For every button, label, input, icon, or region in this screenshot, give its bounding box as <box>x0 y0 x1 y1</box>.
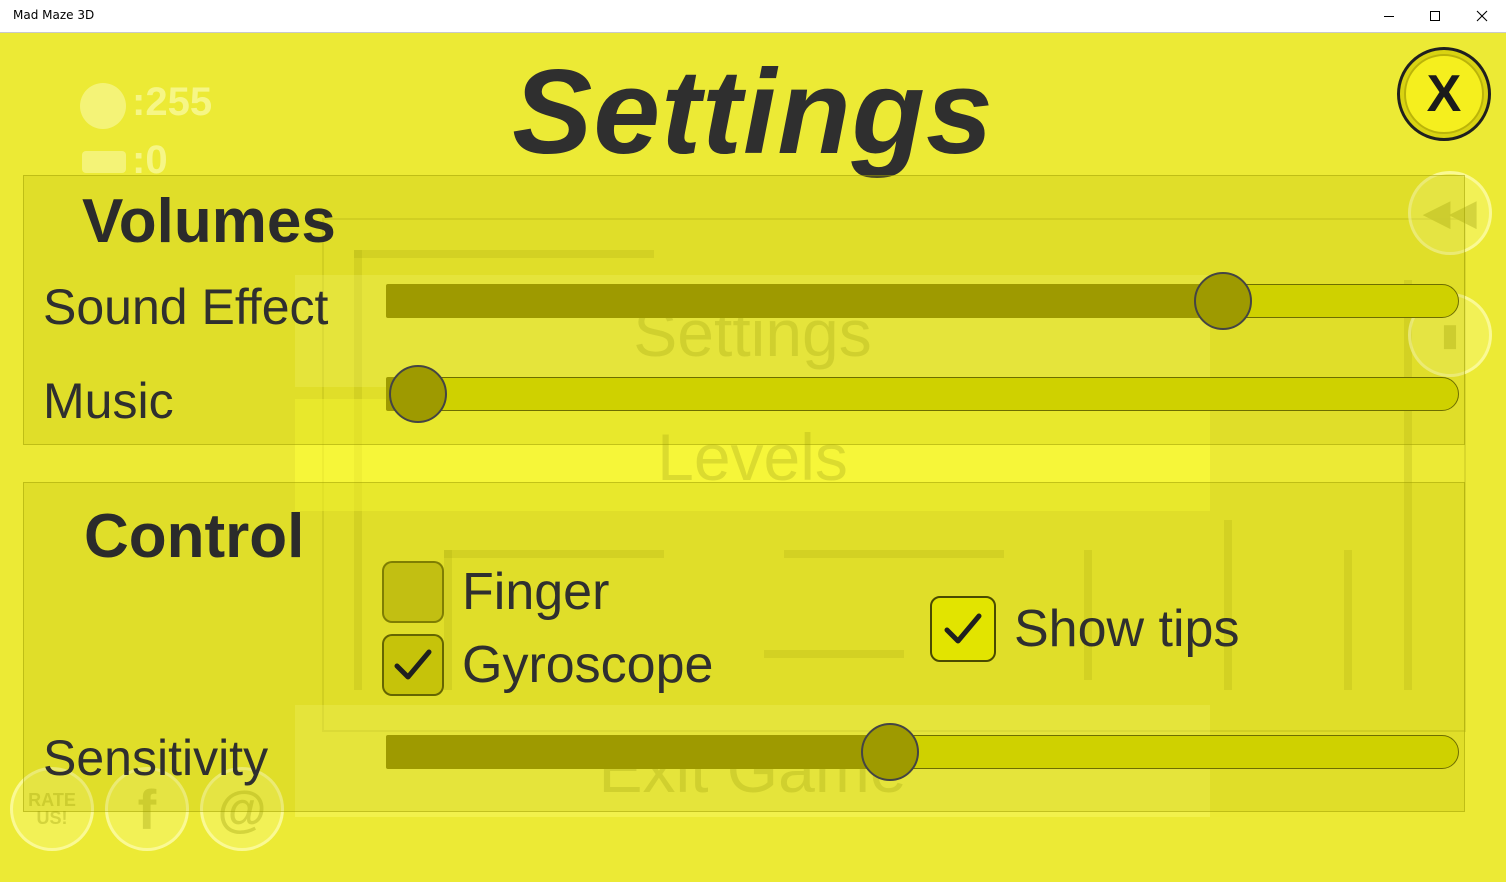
minimize-button[interactable] <box>1366 0 1412 32</box>
page-title: Settings <box>512 45 994 179</box>
finger-label: Finger <box>462 563 610 621</box>
gyroscope-option[interactable]: Gyroscope <box>382 634 713 696</box>
gyroscope-checkbox[interactable] <box>382 634 444 696</box>
music-slider[interactable] <box>386 365 1461 425</box>
slider-handle[interactable] <box>861 723 920 781</box>
finger-option[interactable]: Finger <box>382 561 609 623</box>
close-icon <box>1476 10 1488 22</box>
control-title: Control <box>84 502 305 571</box>
sensitivity-label: Sensitivity <box>43 730 269 786</box>
window-close-button[interactable] <box>1459 0 1505 32</box>
volumes-title: Volumes <box>82 187 336 256</box>
sensitivity-slider[interactable] <box>386 723 1461 783</box>
show-tips-option[interactable]: Show tips <box>930 596 1239 662</box>
gyroscope-label: Gyroscope <box>462 636 714 694</box>
settings-close-button[interactable]: X <box>1397 47 1491 141</box>
window-title: Mad Maze 3D <box>13 8 95 22</box>
finger-checkbox[interactable] <box>382 561 444 623</box>
checkmark-icon <box>944 613 982 644</box>
slider-track <box>386 377 1459 411</box>
checkmark-icon <box>394 649 432 680</box>
minimize-icon <box>1384 16 1394 17</box>
slider-fill <box>386 735 891 769</box>
sound-effect-label: Sound Effect <box>43 279 329 335</box>
window-titlebar: Mad Maze 3D <box>0 0 1506 33</box>
close-x-icon: X <box>1404 54 1484 134</box>
slider-fill <box>386 284 1223 318</box>
music-label: Music <box>43 373 174 429</box>
slider-handle[interactable] <box>389 365 448 423</box>
show-tips-checkbox[interactable] <box>930 596 996 662</box>
maximize-button[interactable] <box>1412 0 1458 32</box>
sound-effect-slider[interactable] <box>386 272 1461 332</box>
volumes-panel: Volumes Sound Effect Music <box>23 175 1465 445</box>
slider-handle[interactable] <box>1193 272 1252 330</box>
control-panel: Control Finger Gyroscope Show tips Sensi… <box>23 482 1465 812</box>
maximize-icon <box>1430 11 1440 21</box>
game-canvas: Settings Levels Exit Game :255 :0 ◀◀ ▮ R… <box>0 33 1506 882</box>
show-tips-label: Show tips <box>1014 600 1240 658</box>
